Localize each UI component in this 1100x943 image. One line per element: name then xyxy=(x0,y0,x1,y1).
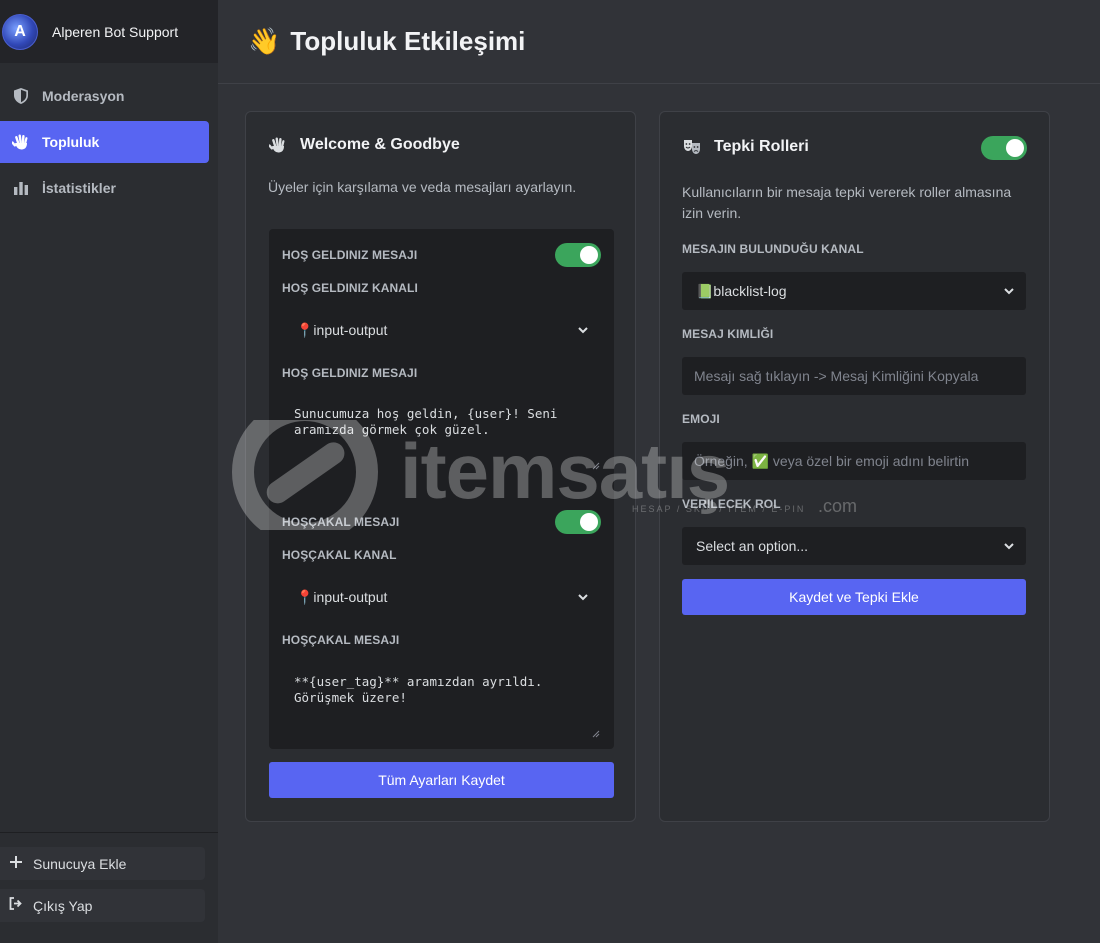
reaction-card-description: Kullanıcıların bir mesaja tepki vererek … xyxy=(682,184,1012,221)
bar-chart-icon xyxy=(12,179,30,197)
reaction-card-title-text: Tepki Rolleri xyxy=(714,138,809,155)
bot-name: Alperen Bot Support xyxy=(52,23,179,40)
bot-avatar: A xyxy=(2,13,38,50)
bot-brand[interactable]: A Alperen Bot Support xyxy=(0,0,218,63)
chevron-down-icon xyxy=(578,327,588,334)
waving-hand-icon xyxy=(12,133,30,151)
reaction-channel-label: MESAJIN BULUNDUĞU KANAL xyxy=(682,242,864,256)
add-server-button[interactable]: Sunucuya Ekle xyxy=(0,847,205,880)
sidebar-item-label: İstatistikler xyxy=(42,180,116,196)
logout-label: Çıkış Yap xyxy=(33,897,93,914)
goodbye-channel-select[interactable]: 📍input-output xyxy=(282,578,602,616)
reaction-card-title: Tepki Rolleri xyxy=(682,138,809,156)
sidebar-nav: Moderasyon Topluluk İstatistikler xyxy=(0,75,218,209)
welcome-toggle-label: HOŞ GELDINIZ MESAJI xyxy=(282,248,418,262)
welcome-channel-select[interactable]: 📍input-output xyxy=(282,311,602,349)
goodbye-message-textarea[interactable]: **{user_tag}** aramızdan ayrıldı. Görüşm… xyxy=(282,662,602,740)
shield-icon xyxy=(12,87,30,105)
sidebar-item-moderasyon[interactable]: Moderasyon xyxy=(0,75,209,117)
welcome-message-toggle[interactable] xyxy=(555,243,601,267)
sidebar-item-label: Moderasyon xyxy=(42,88,125,104)
reaction-channel-select[interactable]: 📗blacklist-log xyxy=(682,272,1026,310)
welcome-message-textarea[interactable]: Sunucumuza hoş geldin, {user}! Seni aram… xyxy=(282,394,602,472)
reaction-channel-value: 📗blacklist-log xyxy=(696,282,787,299)
message-id-label: MESAJ KIMLIĞI xyxy=(682,327,774,341)
welcome-card-title-text: Welcome & Goodbye xyxy=(300,136,460,153)
goodbye-channel-label: HOŞÇAKAL KANAL xyxy=(282,548,397,562)
logout-icon xyxy=(8,896,24,915)
resize-handle-icon[interactable] xyxy=(592,730,600,738)
goodbye-message-toggle[interactable] xyxy=(555,510,601,534)
sidebar-item-topluluk[interactable]: Topluluk xyxy=(0,121,209,163)
sidebar-item-label: Topluluk xyxy=(42,134,100,150)
welcome-channel-value: 📍input-output xyxy=(296,321,388,338)
waving-hand-icon xyxy=(268,136,288,154)
role-select-value: Select an option... xyxy=(696,538,809,554)
theater-masks-icon xyxy=(682,139,702,155)
emoji-label: EMOJI xyxy=(682,412,720,426)
page-header: 👋 Topluluk Etkileşimi xyxy=(218,0,1100,84)
save-and-add-reaction-button[interactable]: Kaydet ve Tepki Ekle xyxy=(682,579,1026,615)
welcome-message-label: HOŞ GELDINIZ MESAJI xyxy=(282,366,418,380)
resize-handle-icon[interactable] xyxy=(592,462,600,470)
goodbye-channel-value: 📍input-output xyxy=(296,588,388,605)
goodbye-toggle-label: HOŞÇAKAL MESAJI xyxy=(282,515,400,529)
welcome-goodbye-card: Welcome & Goodbye Üyeler için karşılama … xyxy=(245,111,636,822)
page-title: Topluluk Etkileşimi xyxy=(290,26,526,56)
goodbye-message-text: **{user_tag}** aramızdan ayrıldı. Görüşm… xyxy=(294,674,543,705)
goodbye-message-label: HOŞÇAKAL MESAJI xyxy=(282,633,400,647)
welcome-settings-panel: HOŞ GELDINIZ MESAJI HOŞ GELDINIZ KANALI … xyxy=(269,229,614,749)
welcome-message-text: Sunucumuza hoş geldin, {user}! Seni aram… xyxy=(294,406,558,437)
chevron-down-icon xyxy=(1004,543,1014,550)
sidebar: A Alperen Bot Support Moderasyon Toplulu… xyxy=(0,0,218,943)
welcome-card-description: Üyeler için karşılama ve veda mesajları … xyxy=(268,179,577,195)
chevron-down-icon xyxy=(1004,288,1014,295)
message-id-input[interactable]: Mesajı sağ tıklayın -> Mesaj Kimliğini K… xyxy=(682,357,1026,395)
welcome-card-title: Welcome & Goodbye xyxy=(268,136,460,154)
role-select[interactable]: Select an option... xyxy=(682,527,1026,565)
sidebar-footer: Sunucuya Ekle Çıkış Yap xyxy=(0,832,218,943)
chevron-down-icon xyxy=(578,594,588,601)
save-all-settings-button[interactable]: Tüm Ayarları Kaydet xyxy=(269,762,614,798)
emoji-input[interactable]: Örneğin, ✅ veya özel bir emoji adını bel… xyxy=(682,442,1026,480)
welcome-channel-label: HOŞ GELDINIZ KANALI xyxy=(282,281,418,295)
plus-icon xyxy=(8,855,24,873)
role-label: VERILECEK ROL xyxy=(682,497,781,511)
logout-button[interactable]: Çıkış Yap xyxy=(0,889,205,922)
sidebar-item-istatistikler[interactable]: İstatistikler xyxy=(0,167,209,209)
reaction-roles-toggle[interactable] xyxy=(981,136,1027,160)
waving-hand-emoji-icon: 👋 xyxy=(248,26,281,56)
add-server-label: Sunucuya Ekle xyxy=(33,855,127,872)
reaction-roles-card: Tepki Rolleri Kullanıcıların bir mesaja … xyxy=(659,111,1050,822)
